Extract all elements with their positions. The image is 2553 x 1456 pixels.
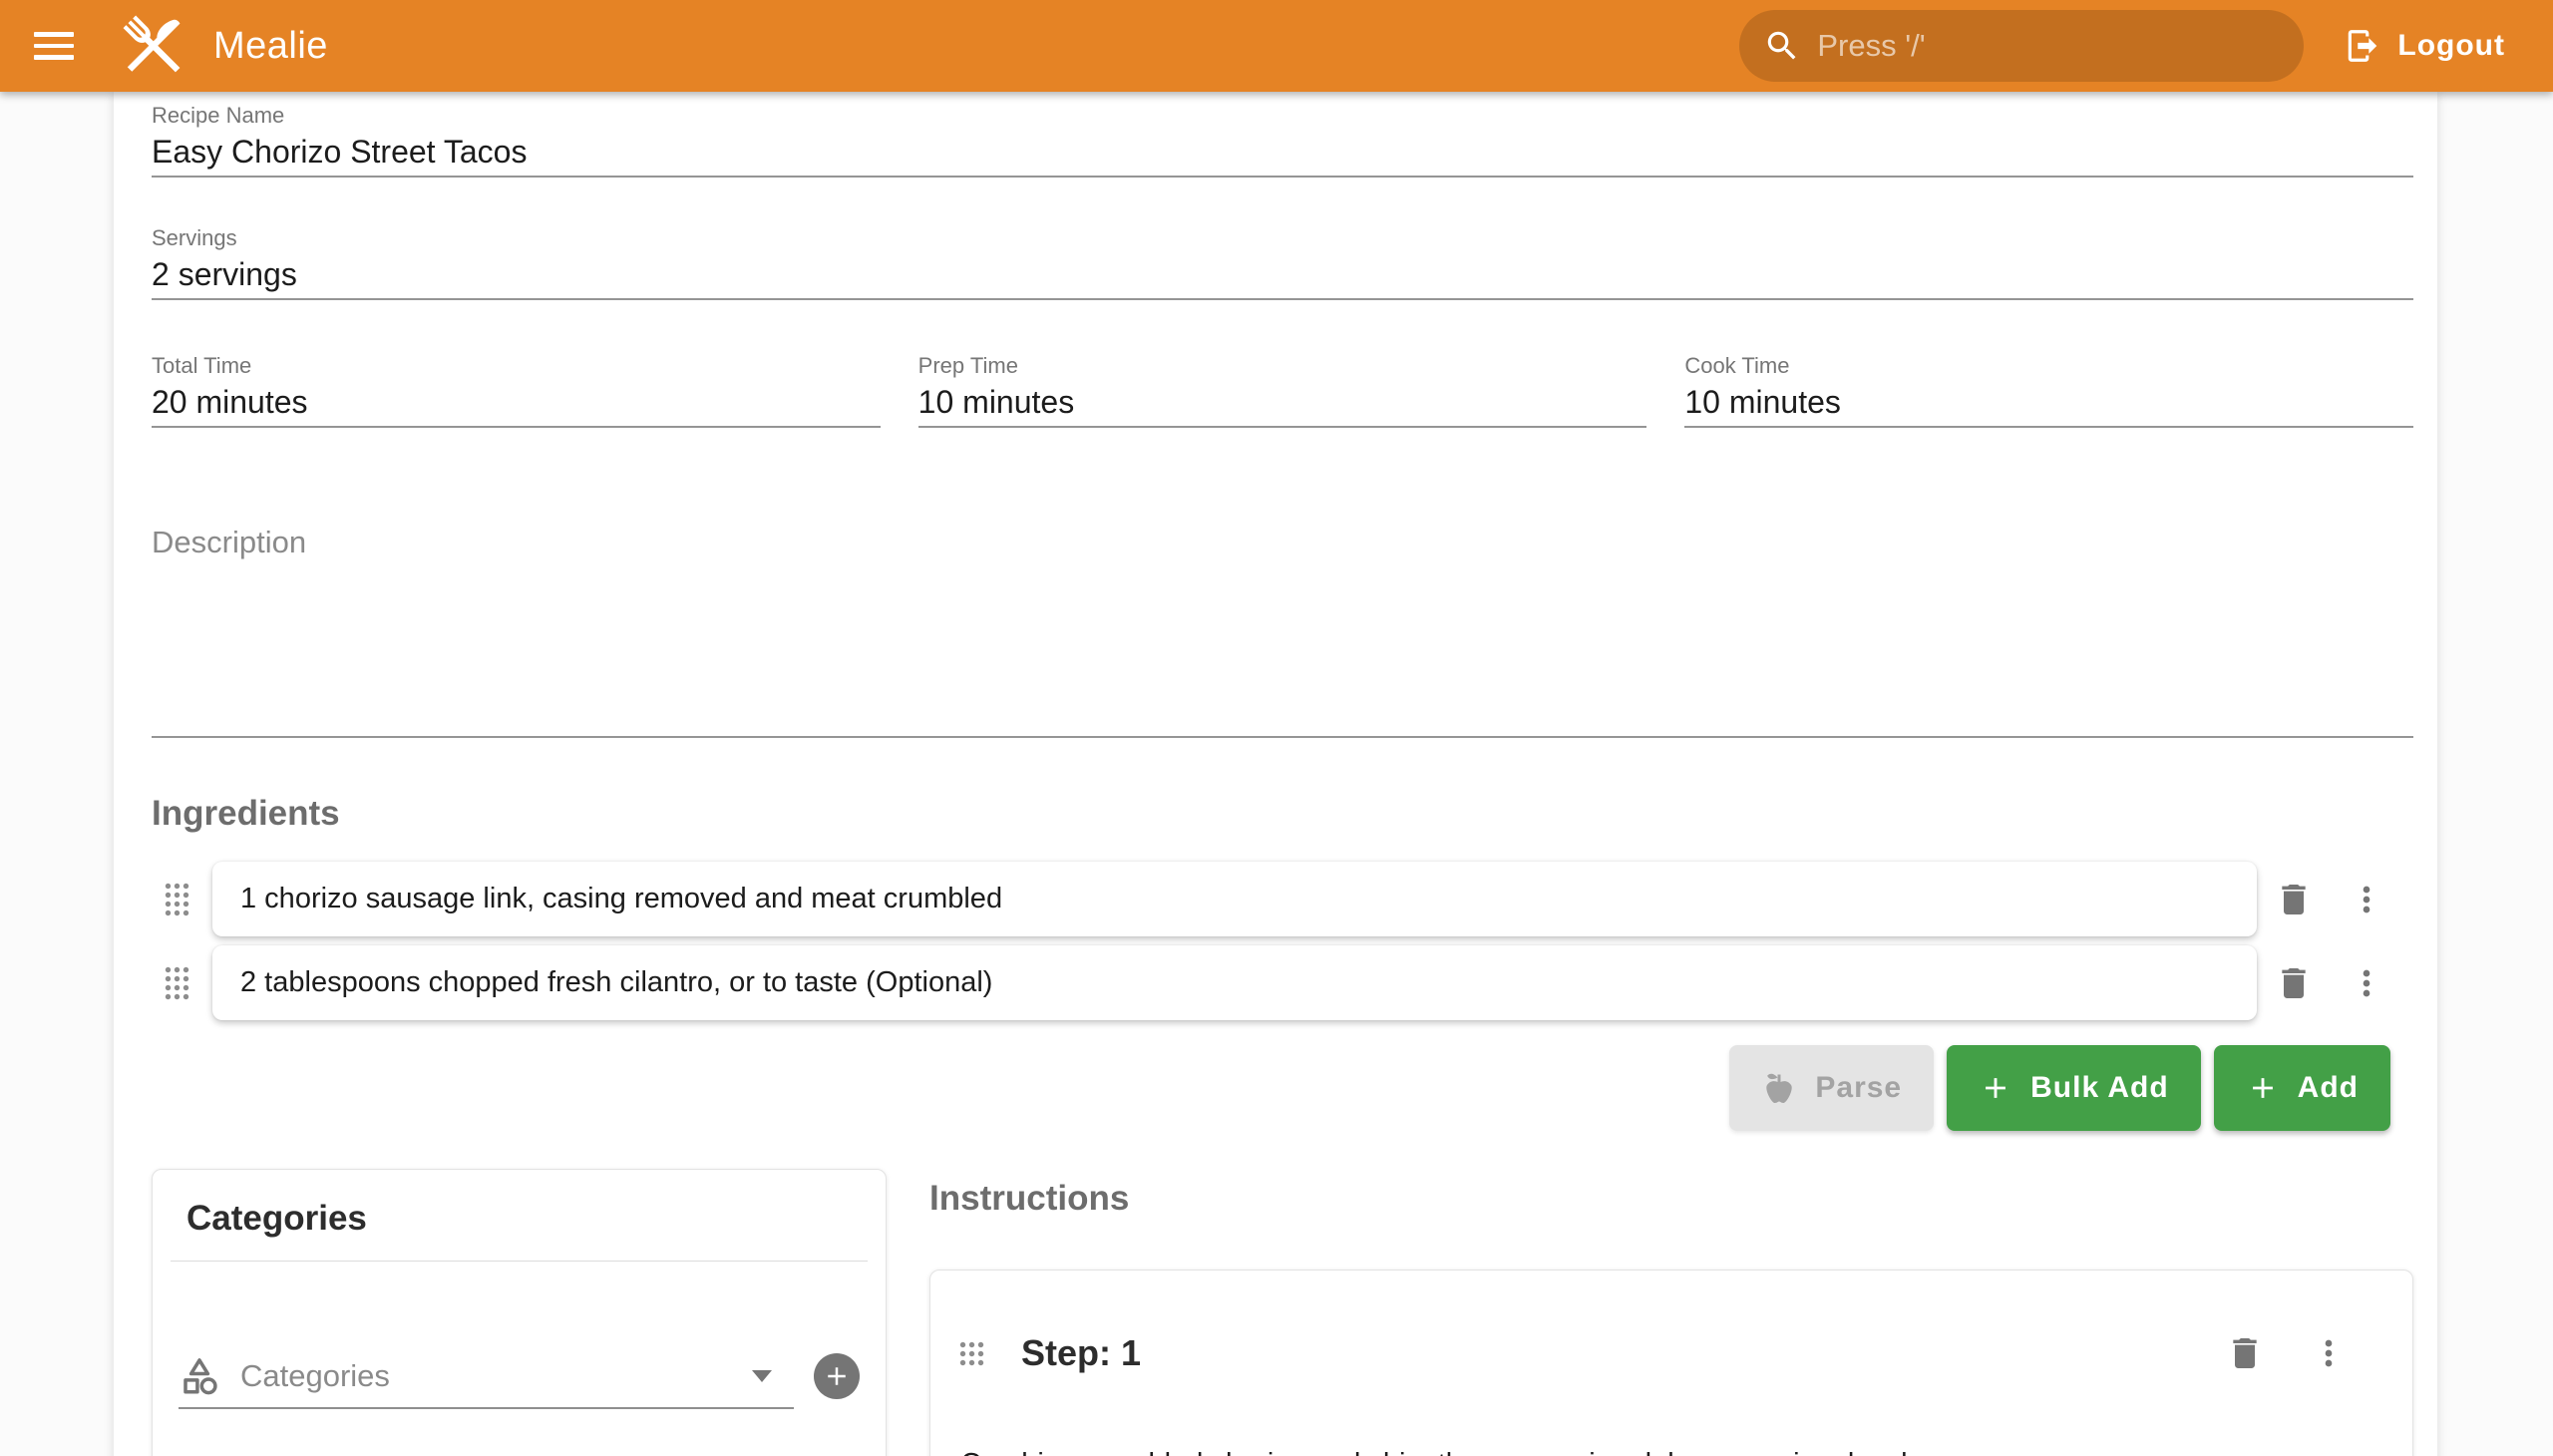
instructions-column: Instructions Step: 1 bbox=[929, 1169, 2413, 1456]
prep-time-input[interactable] bbox=[918, 380, 1647, 424]
ingredient-input-box[interactable] bbox=[212, 945, 2257, 1020]
hamburger-icon bbox=[34, 32, 74, 60]
shapes-icon bbox=[179, 1355, 220, 1397]
mealie-logo-icon[interactable] bbox=[116, 8, 191, 84]
servings-label: Servings bbox=[152, 224, 2413, 252]
categories-select[interactable]: Categories bbox=[179, 1345, 794, 1409]
ingredient-actions: Parse Bulk Add Add bbox=[152, 1045, 2413, 1131]
total-time-input[interactable] bbox=[152, 380, 881, 424]
recipe-name-label: Recipe Name bbox=[152, 102, 2413, 130]
step-text[interactable]: Combine crumbled chorizo and chipotle pe… bbox=[946, 1444, 2353, 1456]
ingredient-menu-button[interactable] bbox=[2343, 953, 2390, 1013]
drag-handle-icon[interactable] bbox=[164, 965, 190, 1001]
ingredient-row bbox=[152, 945, 2390, 1020]
categories-select-row: Categories bbox=[179, 1345, 860, 1409]
logout-label: Logout bbox=[2397, 29, 2505, 63]
trash-icon bbox=[2274, 880, 2314, 919]
cook-time-input[interactable] bbox=[1684, 380, 2413, 424]
plus-icon bbox=[1979, 1071, 2012, 1105]
add-category-button[interactable] bbox=[814, 1353, 860, 1399]
ingredient-input[interactable] bbox=[240, 883, 2229, 915]
delete-ingredient-button[interactable] bbox=[2270, 953, 2318, 1013]
search-input[interactable] bbox=[1817, 28, 2280, 64]
kebab-menu-icon bbox=[2347, 880, 2386, 919]
ingredients-heading: Ingredients bbox=[152, 790, 2413, 838]
app-bar: Mealie Logout bbox=[0, 0, 2553, 92]
delete-ingredient-button[interactable] bbox=[2270, 870, 2318, 929]
logout-button[interactable]: Logout bbox=[2334, 10, 2515, 82]
bulk-add-button[interactable]: Bulk Add bbox=[1947, 1045, 2201, 1131]
prep-time-field: Prep Time bbox=[918, 352, 1647, 428]
menu-button[interactable] bbox=[18, 10, 90, 82]
recipe-name-input[interactable] bbox=[152, 130, 2413, 174]
parse-label: Parse bbox=[1815, 1071, 1902, 1105]
ingredient-input[interactable] bbox=[240, 966, 2229, 999]
trash-icon bbox=[2274, 963, 2314, 1003]
categories-card: Categories Categories bbox=[152, 1169, 887, 1456]
instructions-heading: Instructions bbox=[929, 1175, 2413, 1223]
total-time-label: Total Time bbox=[152, 352, 881, 380]
prep-time-label: Prep Time bbox=[918, 352, 1647, 380]
servings-input[interactable] bbox=[152, 252, 2413, 296]
add-label: Add bbox=[2298, 1071, 2359, 1105]
step-title: Step: 1 bbox=[1021, 1330, 1141, 1376]
ingredient-row bbox=[152, 862, 2390, 936]
description-field[interactable]: Description bbox=[152, 523, 2413, 738]
categories-heading: Categories bbox=[186, 1196, 886, 1242]
step-menu-button[interactable] bbox=[2305, 1323, 2353, 1383]
ingredient-input-box[interactable] bbox=[212, 862, 2257, 936]
recipe-name-field: Recipe Name bbox=[152, 102, 2413, 178]
instruction-step-card: Step: 1 Combine crumbled chorizo and chi… bbox=[929, 1270, 2413, 1456]
cook-time-label: Cook Time bbox=[1684, 352, 2413, 380]
logout-icon bbox=[2344, 27, 2381, 65]
description-label: Description bbox=[152, 523, 2413, 562]
ingredient-list bbox=[152, 862, 2413, 1020]
parse-button[interactable]: Parse bbox=[1729, 1045, 1934, 1131]
total-time-field: Total Time bbox=[152, 352, 881, 428]
ingredient-menu-button[interactable] bbox=[2343, 870, 2390, 929]
plus-icon bbox=[2246, 1071, 2280, 1105]
app-title: Mealie bbox=[213, 25, 328, 68]
recipe-editor-card: Recipe Name Servings Total Time Prep Tim… bbox=[114, 92, 2437, 1456]
search-icon bbox=[1763, 27, 1801, 65]
apple-icon bbox=[1761, 1070, 1797, 1106]
drag-handle-icon[interactable] bbox=[164, 882, 190, 917]
time-fields-row: Total Time Prep Time Cook Time bbox=[152, 352, 2413, 428]
chevron-down-icon bbox=[752, 1370, 772, 1382]
bulk-add-label: Bulk Add bbox=[2030, 1071, 2169, 1105]
drag-handle-icon[interactable] bbox=[958, 1340, 985, 1367]
lower-columns: Categories Categories bbox=[152, 1169, 2413, 1456]
trash-icon bbox=[2225, 1333, 2265, 1373]
search-bar[interactable] bbox=[1739, 10, 2304, 82]
servings-field: Servings bbox=[152, 224, 2413, 300]
kebab-menu-icon bbox=[2347, 963, 2386, 1003]
plus-icon bbox=[822, 1361, 852, 1391]
step-header: Step: 1 bbox=[946, 1323, 2353, 1383]
divider bbox=[171, 1261, 868, 1262]
add-ingredient-button[interactable]: Add bbox=[2214, 1045, 2390, 1131]
categories-select-label: Categories bbox=[240, 1358, 390, 1394]
cook-time-field: Cook Time bbox=[1684, 352, 2413, 428]
delete-step-button[interactable] bbox=[2221, 1323, 2269, 1383]
kebab-menu-icon bbox=[2309, 1333, 2349, 1373]
